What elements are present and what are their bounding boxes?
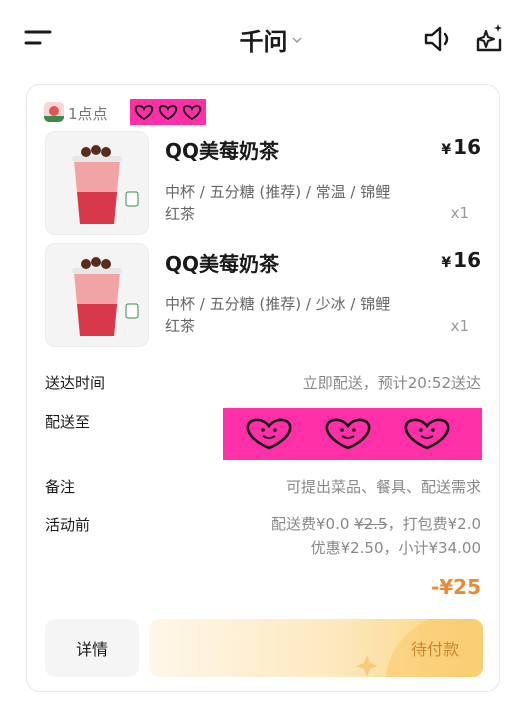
remark-label: 备注: [45, 478, 76, 496]
product-price: ¥16: [441, 248, 481, 272]
fee-line: 配送费¥0.0 ¥2.5，打包费¥2.0: [271, 513, 481, 534]
new-chat-sparkle-icon[interactable]: [472, 22, 506, 54]
delivery-fee-original: ¥2.5: [354, 515, 388, 533]
product-spec: 中杯 / 五分糖 (推荐) / 常温 / 锦鲤红茶: [165, 183, 391, 223]
packing-fee: ，打包费¥2.0: [387, 515, 481, 533]
product-name: QQ美莓奶茶: [165, 139, 280, 163]
chevron-down-icon[interactable]: [292, 36, 302, 44]
currency-symbol: ¥: [441, 255, 452, 271]
order-card: 1点点 QQ美莓奶茶 ¥16 中杯 / 五分糖 (推荐) / 常温 / 锦鲤红茶…: [26, 84, 500, 692]
address-redaction[interactable]: [223, 408, 482, 460]
top-bar: 千问: [0, 0, 527, 80]
product-name: QQ美莓奶茶: [165, 252, 280, 276]
price-value: 16: [453, 248, 481, 272]
remark-input[interactable]: 可提出菜品、餐具、配送需求: [286, 476, 481, 497]
currency-symbol: ¥: [441, 142, 452, 158]
delivery-time-label: 送达时间: [45, 374, 106, 392]
delivery-fee-label: 配送费: [270, 515, 316, 533]
discount-subtotal: 优惠¥2.50，小计¥34.00: [310, 539, 481, 557]
pay-button-label: 待付款: [410, 640, 459, 659]
product-quantity: x1: [450, 204, 469, 222]
price-value: 16: [453, 135, 481, 159]
speaker-icon[interactable]: [422, 23, 454, 55]
delivery-fee: ¥0.0: [316, 515, 350, 533]
redaction-block: [130, 99, 206, 125]
shop-name: 1点点: [68, 105, 108, 123]
product-price: ¥16: [441, 135, 481, 159]
product-image[interactable]: [45, 243, 149, 347]
delivery-time-value[interactable]: 立即配送，预计20:52送达: [303, 372, 481, 393]
product-spec: 中杯 / 五分糖 (推荐) / 少冰 / 锦鲤红茶: [165, 295, 391, 335]
pricing-label: 活动前: [45, 516, 91, 534]
product-image[interactable]: [45, 131, 149, 235]
detail-button[interactable]: 详情: [45, 619, 139, 677]
product-quantity: x1: [450, 317, 469, 335]
total-amount: -¥25: [430, 575, 481, 599]
shop-logo: [44, 102, 64, 122]
pending-payment-button[interactable]: 待付款: [149, 619, 483, 677]
deliver-to-label: 配送至: [45, 413, 91, 431]
